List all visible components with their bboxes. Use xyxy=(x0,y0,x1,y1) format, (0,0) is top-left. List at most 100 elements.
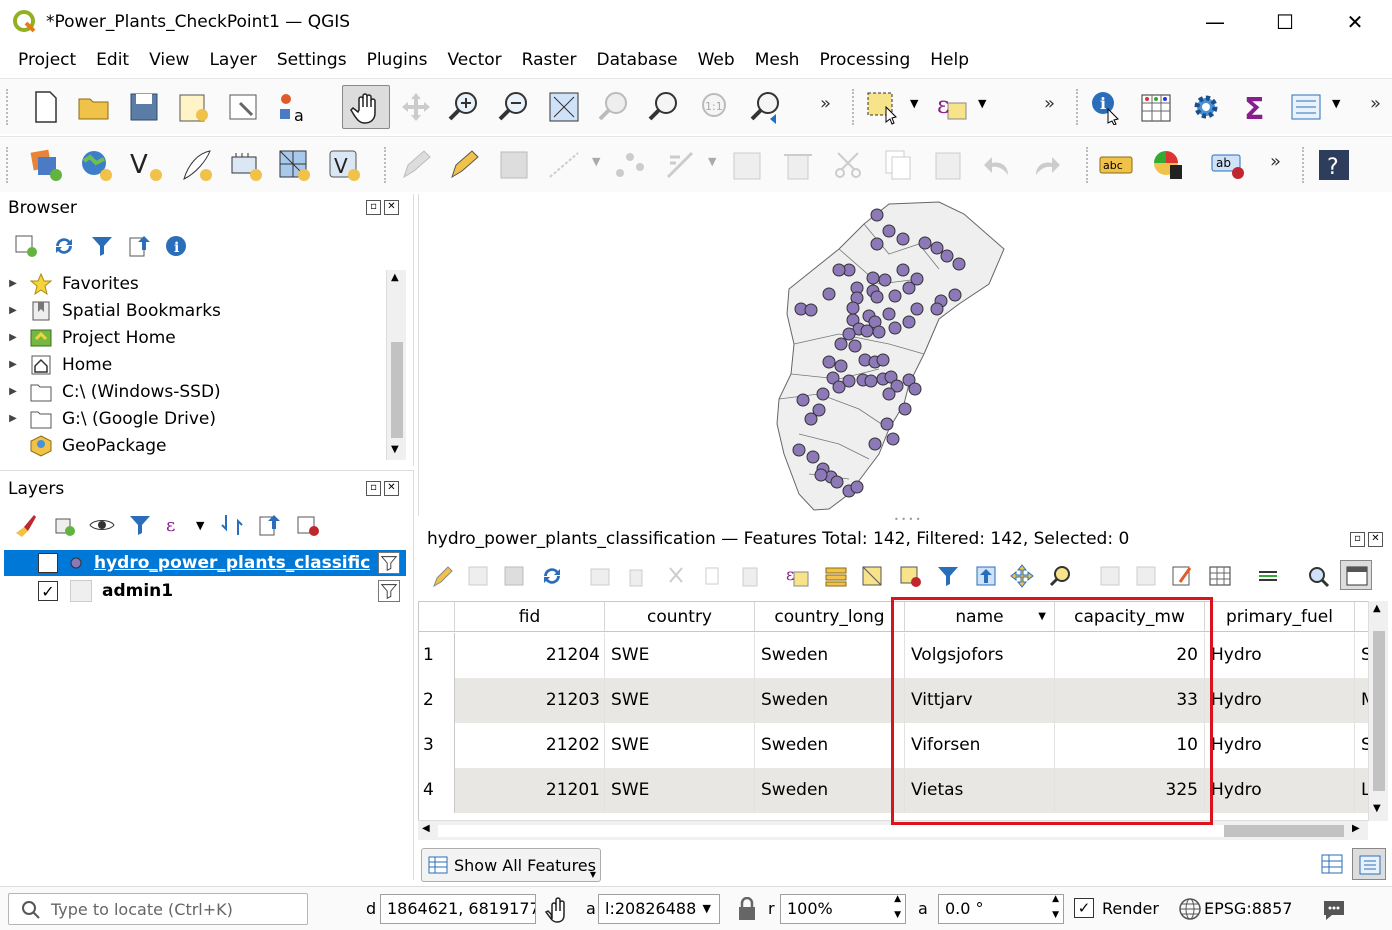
globe-icon[interactable] xyxy=(1178,897,1202,921)
toolbar-grip[interactable] xyxy=(384,147,388,183)
filter-legend-icon[interactable] xyxy=(128,513,152,537)
power-plant-point[interactable] xyxy=(806,450,820,464)
pan-to-selection-icon[interactable] xyxy=(398,89,434,125)
power-plant-point[interactable] xyxy=(816,387,830,401)
power-plant-point[interactable] xyxy=(796,393,810,407)
power-plant-point[interactable] xyxy=(870,208,884,222)
browser-item-geopackage[interactable]: GeoPackage xyxy=(4,432,406,459)
spin-up-icon[interactable]: ▲ xyxy=(894,895,901,907)
delete-field-icon[interactable] xyxy=(1134,564,1158,588)
toolbox-gear-icon[interactable] xyxy=(1188,89,1224,125)
select-all-icon[interactable] xyxy=(824,564,848,588)
toolbar-grip[interactable] xyxy=(1076,89,1080,125)
scroll-down-icon[interactable]: ▼ xyxy=(391,444,399,455)
layer-item-admin1[interactable]: ✓ admin1 xyxy=(4,578,406,604)
power-plant-point[interactable] xyxy=(896,263,910,277)
browser-item-spatial-bookmarks[interactable]: ▶ Spatial Bookmarks xyxy=(4,297,406,324)
expand-arrow-icon[interactable]: ▶ xyxy=(4,386,22,397)
cell-fid[interactable]: 21201 xyxy=(455,768,605,813)
row-number[interactable]: 2 xyxy=(419,678,455,723)
browser-item-c-drive[interactable]: ▶ C:\ (Windows-SSD) xyxy=(4,378,406,405)
toolbar-overflow[interactable]: » xyxy=(1270,151,1281,172)
label-toolbar-icon[interactable]: ab xyxy=(1210,147,1246,183)
refresh-icon[interactable] xyxy=(52,234,76,258)
lock-scale-icon[interactable] xyxy=(736,897,758,921)
rotation-field[interactable]: 0.0 ° ▲ ▼ xyxy=(938,894,1064,924)
add-vector-layer-icon[interactable]: V xyxy=(128,147,164,183)
toolbar-grip[interactable] xyxy=(1086,147,1090,183)
power-plant-point[interactable] xyxy=(870,237,884,251)
help-icon[interactable]: ? xyxy=(1316,147,1352,183)
invert-selection-icon[interactable] xyxy=(860,564,884,588)
power-plant-point[interactable] xyxy=(822,287,836,301)
power-plant-point[interactable] xyxy=(830,475,844,489)
power-plant-point[interactable] xyxy=(850,480,864,494)
scroll-thumb[interactable] xyxy=(391,342,403,438)
power-plant-point[interactable] xyxy=(882,307,896,321)
power-plant-point[interactable] xyxy=(868,437,882,451)
expression-dropdown-icon[interactable]: ▼ xyxy=(978,97,986,110)
power-plant-point[interactable] xyxy=(896,232,910,246)
filter-expression-icon[interactable]: ε xyxy=(164,513,188,537)
scale-field[interactable]: l:20826488 ▼ xyxy=(598,894,720,924)
power-plant-point[interactable] xyxy=(888,321,902,335)
render-checkbox[interactable]: ✓ xyxy=(1074,898,1094,918)
edit-table-icon[interactable] xyxy=(730,147,766,183)
digitize-dropdown-icon[interactable]: ▼ xyxy=(592,155,600,168)
current-edits-icon[interactable] xyxy=(398,147,434,183)
toggle-editing-icon[interactable] xyxy=(430,564,454,588)
row-number[interactable]: 3 xyxy=(419,723,455,768)
form-view-button[interactable] xyxy=(1352,848,1386,880)
data-source-manager-icon[interactable] xyxy=(28,147,64,183)
crs-label[interactable]: EPSG:8857 xyxy=(1204,899,1292,918)
toolbar-grip[interactable] xyxy=(1302,147,1306,183)
scroll-up-icon[interactable]: ▲ xyxy=(1373,603,1381,614)
row-number[interactable]: 1 xyxy=(419,633,455,678)
save-edits-icon[interactable] xyxy=(502,564,526,588)
paste-icon[interactable] xyxy=(738,564,762,588)
cell-country[interactable]: SWE xyxy=(605,723,755,768)
form-dropdown-icon[interactable]: ▼ xyxy=(1332,97,1340,110)
expand-arrow-icon[interactable]: ▶ xyxy=(4,359,22,370)
power-plant-point[interactable] xyxy=(888,289,902,303)
power-plant-point[interactable] xyxy=(804,303,818,317)
undo-icon[interactable] xyxy=(980,147,1016,183)
power-plant-point[interactable] xyxy=(846,301,860,315)
power-plant-point[interactable] xyxy=(882,224,896,238)
toggle-editing-icon[interactable] xyxy=(446,147,482,183)
power-plant-point[interactable] xyxy=(898,402,912,416)
close-panel-button[interactable]: ✕ xyxy=(1368,532,1383,547)
new-project-icon[interactable] xyxy=(28,89,64,125)
column-header-country-long[interactable]: country_long xyxy=(755,602,905,632)
expand-all-icon[interactable] xyxy=(220,513,244,537)
select-features-icon[interactable] xyxy=(864,89,900,125)
cell-primary-fuel[interactable]: Hydro xyxy=(1205,768,1355,813)
reload-table-icon[interactable] xyxy=(540,564,564,588)
filter-icon[interactable] xyxy=(90,234,114,258)
cut-icon[interactable] xyxy=(664,564,688,588)
filter-dropdown-icon[interactable]: ▼ xyxy=(196,519,204,532)
add-spatialite-icon[interactable] xyxy=(228,147,264,183)
modify-attributes-icon[interactable] xyxy=(662,147,698,183)
close-button[interactable]: ✕ xyxy=(1320,0,1390,44)
menu-database[interactable]: Database xyxy=(586,50,687,70)
splitter-handle[interactable]: • • • • xyxy=(894,515,921,524)
multi-edit-icon[interactable] xyxy=(466,564,490,588)
open-project-icon[interactable] xyxy=(76,89,112,125)
zoom-native-icon[interactable]: 1:1 xyxy=(696,89,732,125)
identify-features-icon[interactable]: i xyxy=(1088,89,1124,125)
copy-icon[interactable] xyxy=(700,564,724,588)
cell-country-long[interactable]: Sweden xyxy=(755,633,905,678)
power-plant-point[interactable] xyxy=(814,468,828,482)
expand-arrow-icon[interactable]: ▶ xyxy=(4,332,22,343)
toolbar-grip[interactable] xyxy=(6,147,10,183)
select-by-expression-icon[interactable]: ε xyxy=(786,564,810,588)
coordinate-field[interactable]: 1864621, 6819177 xyxy=(380,894,536,924)
menu-settings[interactable]: Settings xyxy=(267,50,357,70)
actions-icon[interactable] xyxy=(1256,564,1280,588)
power-plant-point[interactable] xyxy=(918,236,932,250)
power-plant-point[interactable] xyxy=(930,241,944,255)
style-manager-icon[interactable]: a xyxy=(274,89,310,125)
attributes-form-icon[interactable] xyxy=(1288,89,1324,125)
spin-down-icon[interactable]: ▼ xyxy=(1052,907,1059,923)
